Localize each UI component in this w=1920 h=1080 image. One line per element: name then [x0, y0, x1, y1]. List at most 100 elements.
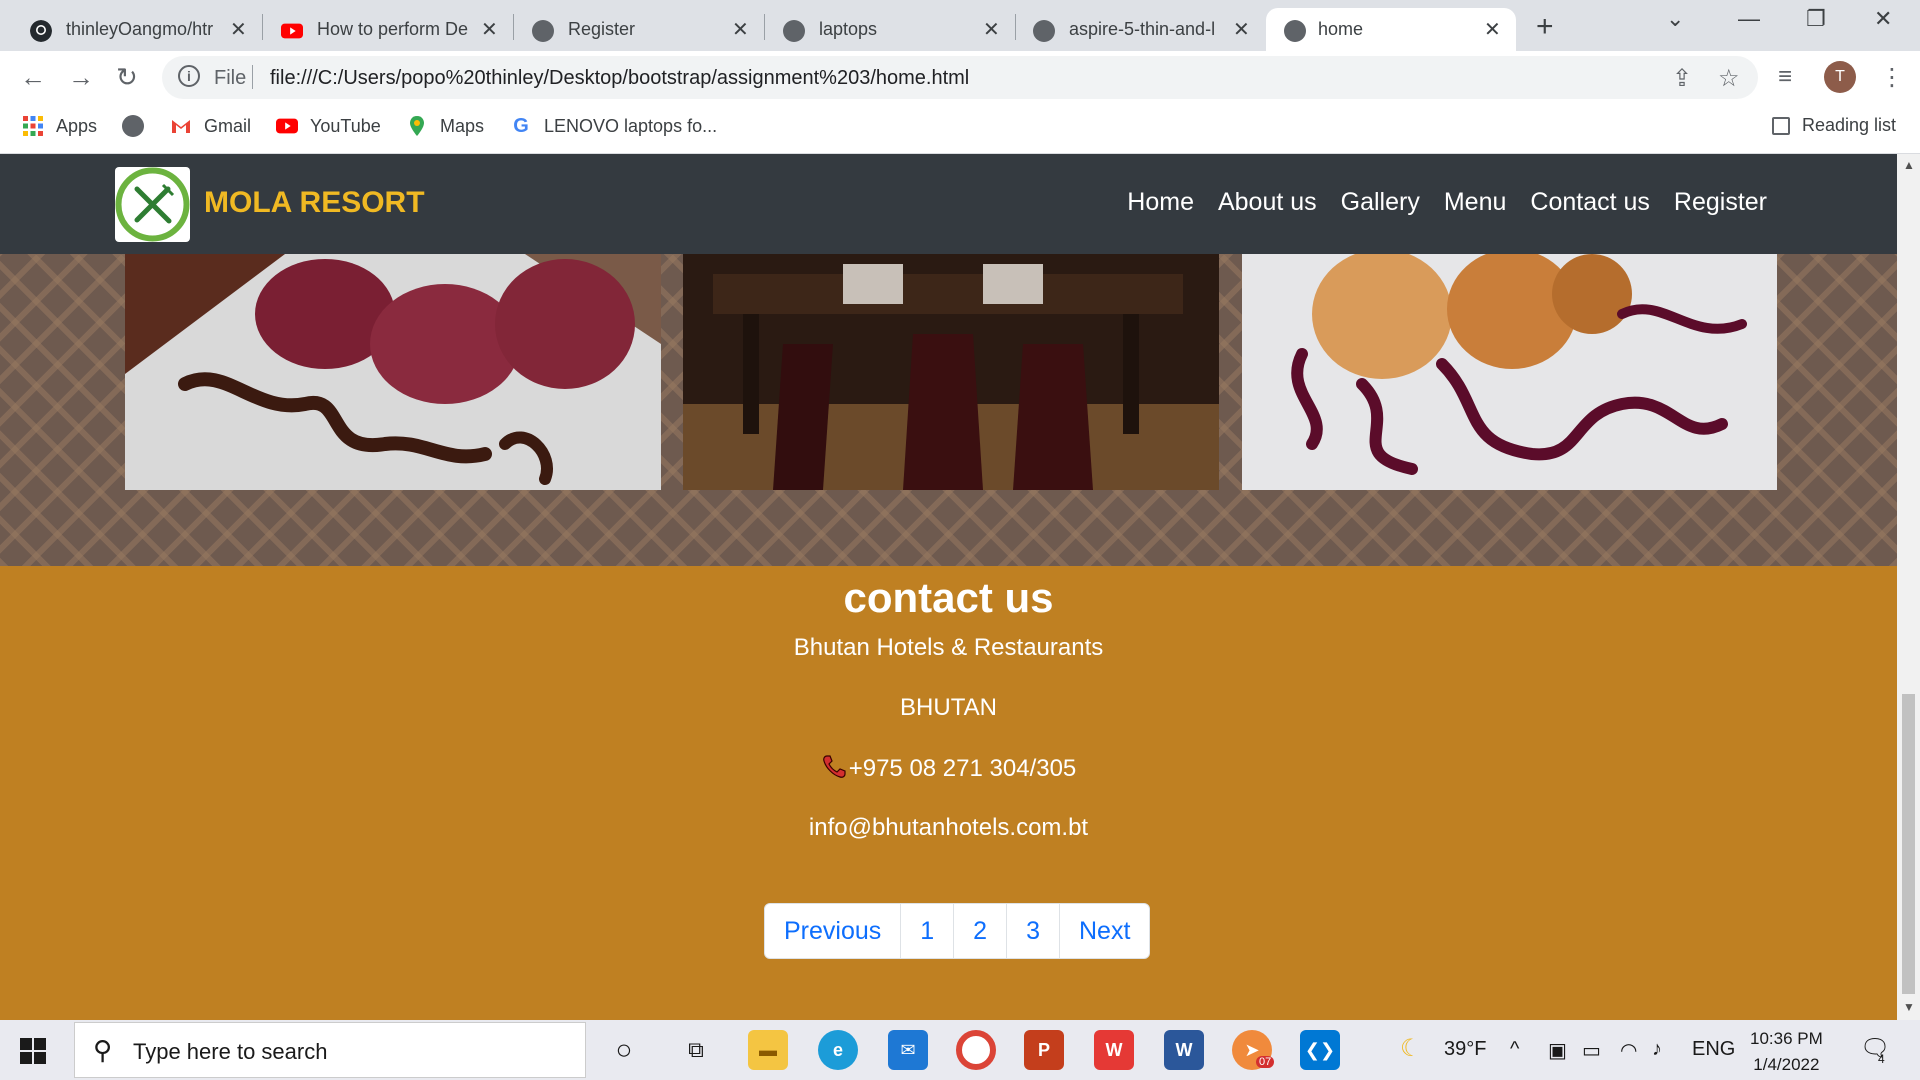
gallery-photo-dessert[interactable] — [125, 254, 661, 490]
contact-company: Bhutan Hotels & Restaurants — [793, 634, 1104, 661]
resort-logo[interactable] — [115, 167, 190, 242]
tab-youtube[interactable]: How to perform De ✕ — [251, 8, 513, 51]
bookmark-youtube[interactable]: YouTube — [276, 115, 381, 137]
bookmarks-bar: Apps Gmail YouTube Maps G LENOVO laptops… — [0, 104, 1920, 154]
battery-icon[interactable]: ▭ — [1582, 1038, 1601, 1063]
contact-email[interactable]: info@bhutanhotels.com.bt — [0, 814, 1897, 842]
tab-github[interactable]: thinleyOangmo/htr ✕ — [0, 8, 262, 51]
media-control-icon[interactable]: ≡ — [1778, 63, 1792, 91]
address-bar[interactable]: i File file:///C:/Users/popo%20thinley/D… — [162, 56, 1758, 99]
wps-icon[interactable]: W — [1094, 1030, 1134, 1070]
url-text[interactable]: file:///C:/Users/popo%20thinley/Desktop/… — [270, 67, 969, 90]
fork-knife-icon — [115, 167, 190, 242]
restore-button[interactable]: ❐ — [1806, 6, 1826, 32]
taskbar-search-box[interactable]: ⚲ Type here to search — [74, 1022, 586, 1078]
bookmark-label: LENOVO laptops fo... — [544, 115, 718, 136]
close-icon[interactable]: ✕ — [732, 17, 749, 42]
nav-link-gallery[interactable]: Gallery — [1341, 188, 1420, 217]
language-indicator[interactable]: ENG — [1692, 1038, 1735, 1061]
notification-icon[interactable]: 🗨 — [1860, 1034, 1890, 1063]
word-icon[interactable]: W — [1164, 1030, 1204, 1070]
contact-section: contact us Bhutan Hotels & Restaurants B… — [0, 566, 1897, 1020]
system-clock[interactable]: 10:36 PM 1/4/2022 — [1750, 1026, 1823, 1078]
omnibox-divider — [252, 65, 253, 89]
bookmark-lenovo[interactable]: G LENOVO laptops fo... — [510, 115, 717, 137]
apps-grid-icon — [23, 116, 43, 136]
tab-title: laptops — [819, 19, 878, 39]
scroll-up-arrow-icon[interactable]: ▲ — [1903, 158, 1915, 172]
youtube-icon — [276, 118, 298, 134]
reload-button[interactable]: ↻ — [116, 62, 138, 93]
pagination-page-3[interactable]: 3 — [1007, 904, 1060, 958]
vscode-icon[interactable]: ❮❯ — [1300, 1030, 1340, 1070]
pagination-previous[interactable]: Previous — [765, 904, 902, 958]
info-icon[interactable]: i — [178, 65, 200, 87]
bookmark-label: YouTube — [310, 115, 381, 136]
window-close-button[interactable]: ✕ — [1874, 6, 1892, 32]
bookmark-maps[interactable]: Maps — [406, 115, 484, 137]
tab-home[interactable]: home ✕ — [1266, 8, 1516, 51]
mail-icon[interactable]: ✉ — [888, 1030, 928, 1070]
reading-list-icon — [1772, 116, 1790, 135]
tab-laptops[interactable]: laptops ✕ — [753, 8, 1015, 51]
windows-start-icon[interactable] — [20, 1038, 46, 1064]
scroll-thumb[interactable] — [1902, 694, 1915, 994]
github-icon — [30, 20, 52, 42]
powerpoint-icon[interactable]: P — [1024, 1030, 1064, 1070]
search-icon: ⚲ — [93, 1035, 113, 1065]
close-icon[interactable]: ✕ — [481, 17, 498, 42]
contact-phone[interactable]: +975 08 271 304/305 — [849, 755, 1077, 782]
globe-icon — [1033, 20, 1055, 42]
task-view-icon[interactable]: ⧉ — [676, 1030, 716, 1070]
maps-pin-icon — [410, 116, 424, 136]
bookmark-label: Maps — [440, 115, 485, 136]
close-icon[interactable]: ✕ — [1484, 17, 1501, 42]
nav-link-menu[interactable]: Menu — [1444, 188, 1507, 217]
weather-temp[interactable]: 39°F — [1444, 1038, 1486, 1061]
site-navbar: MOLA RESORT Home About us Gallery Menu C… — [0, 154, 1897, 254]
tab-register[interactable]: Register ✕ — [502, 8, 764, 51]
contact-country: BHUTAN — [900, 694, 997, 721]
pagination-page-1[interactable]: 1 — [901, 904, 955, 958]
close-icon[interactable]: ✕ — [983, 17, 1000, 42]
tab-search-icon[interactable]: ⌄ — [1666, 6, 1684, 32]
pagination-next[interactable]: Next — [1060, 904, 1149, 958]
nav-link-about[interactable]: About us — [1218, 188, 1317, 217]
menu-kebab-icon[interactable]: ⋮ — [1880, 63, 1904, 92]
chrome-icon[interactable] — [956, 1030, 996, 1070]
bookmark-globe[interactable] — [122, 115, 156, 137]
bookmark-star-icon[interactable]: ☆ — [1718, 64, 1740, 93]
file-explorer-icon[interactable]: ▬ — [748, 1030, 788, 1070]
close-icon[interactable]: ✕ — [1233, 17, 1250, 42]
close-icon[interactable]: ✕ — [230, 17, 247, 42]
page-scrollbar[interactable]: ▲ ▼ — [1897, 154, 1920, 1020]
cortana-icon[interactable]: ○ — [604, 1030, 644, 1070]
photo-image — [125, 254, 661, 490]
globe-icon — [122, 115, 144, 137]
scroll-down-arrow-icon[interactable]: ▼ — [1903, 1000, 1915, 1014]
gallery-photo-dining-room[interactable] — [683, 254, 1219, 490]
reading-list[interactable]: Reading list — [1772, 115, 1896, 136]
meet-icon[interactable]: ▣ — [1548, 1038, 1567, 1063]
share-icon[interactable]: ⇪ — [1672, 64, 1692, 93]
notification-count: 4 — [1878, 1052, 1885, 1066]
bookmark-gmail[interactable]: Gmail — [170, 115, 251, 137]
gallery-photo-sweets[interactable] — [1242, 254, 1777, 490]
pagination-page-2[interactable]: 2 — [954, 904, 1008, 958]
volume-icon[interactable]: ♪ — [1652, 1038, 1662, 1061]
bookmark-apps[interactable]: Apps — [22, 115, 97, 137]
tab-aspire[interactable]: aspire-5-thin-and-l ✕ — [1003, 8, 1265, 51]
nav-link-contact[interactable]: Contact us — [1530, 188, 1650, 217]
new-tab-button[interactable]: + — [1536, 10, 1554, 44]
nav-link-register[interactable]: Register — [1674, 188, 1767, 217]
minimize-button[interactable]: — — [1738, 6, 1760, 32]
page-viewport: MOLA RESORT Home About us Gallery Menu C… — [0, 154, 1897, 1020]
wifi-icon[interactable]: ◠ — [1620, 1038, 1637, 1063]
edge-icon[interactable]: e — [818, 1030, 858, 1070]
brand-name[interactable]: MOLA RESORT — [204, 186, 425, 220]
avatar[interactable]: T — [1824, 61, 1856, 93]
tray-chevron-up-icon[interactable]: ^ — [1510, 1038, 1519, 1061]
nav-link-home[interactable]: Home — [1127, 188, 1194, 217]
back-button[interactable]: ← — [20, 62, 46, 93]
forward-button[interactable]: → — [68, 62, 94, 93]
